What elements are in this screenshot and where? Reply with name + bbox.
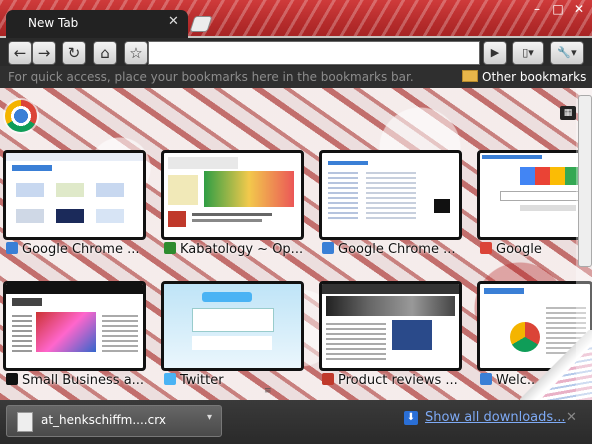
chrome-logo-icon	[5, 100, 37, 132]
tab-title: New Tab	[28, 16, 79, 30]
omnibox-input[interactable]	[148, 41, 480, 65]
download-filename: at_henkschiffm....crx	[41, 413, 166, 427]
favicon-icon	[480, 373, 492, 385]
toolbar: ← → ↻ ⌂ ☆ ▶ ▯▾ 🔧▾	[0, 38, 592, 66]
file-icon	[17, 412, 33, 432]
most-visited-thumbnail[interactable]	[477, 150, 592, 240]
thumbnail-label[interactable]: Twitter	[164, 373, 314, 389]
window-close-button[interactable]: ✕	[572, 2, 586, 16]
most-visited-thumbnail[interactable]	[3, 281, 146, 371]
most-visited-thumbnail[interactable]	[319, 150, 462, 240]
favicon-icon	[6, 373, 18, 385]
home-button[interactable]: ⌂	[93, 41, 117, 65]
close-downloads-shelf-button[interactable]: ✕	[566, 410, 577, 425]
download-menu-chevron-icon[interactable]: ▾	[207, 412, 212, 423]
most-visited-thumbnail[interactable]	[161, 281, 304, 371]
thumbnail-label[interactable]: Kabatology ~ Op...	[164, 242, 314, 258]
thumbnail-label[interactable]: Google Chrome ...	[6, 242, 156, 258]
go-button[interactable]: ▶	[483, 41, 507, 65]
back-button[interactable]: ←	[8, 41, 32, 65]
folder-icon	[462, 70, 478, 82]
other-bookmarks-label: Other bookmarks	[482, 70, 587, 84]
download-item[interactable]: at_henkschiffm....crx ▾	[6, 405, 222, 437]
page-menu-button[interactable]: ▯▾	[512, 41, 544, 65]
resize-grip-icon[interactable]: ≡	[264, 386, 274, 396]
other-bookmarks-button[interactable]: Other bookmarks	[462, 68, 586, 86]
bookmarks-bar: For quick access, place your bookmarks h…	[0, 66, 592, 88]
scrollbar-thumb[interactable]	[578, 95, 592, 267]
tab-new-tab[interactable]: New Tab ✕	[6, 10, 188, 38]
minimize-button[interactable]: –	[530, 2, 544, 16]
favicon-icon	[164, 373, 176, 385]
favicon-icon	[322, 373, 334, 385]
most-visited-thumbnail[interactable]	[319, 281, 462, 371]
maximize-button[interactable]: □	[551, 2, 565, 16]
thumbnail-label[interactable]: Product reviews ...	[322, 373, 472, 389]
tab-close-icon[interactable]: ✕	[168, 14, 179, 29]
download-arrow-icon: ⬇	[404, 411, 418, 425]
most-visited-thumbnail[interactable]	[3, 150, 146, 240]
forward-button[interactable]: →	[32, 41, 56, 65]
downloads-shelf: at_henkschiffm....crx ▾ ⬇ Show all downl…	[0, 400, 592, 444]
favicon-icon	[480, 242, 492, 254]
show-all-downloads-link[interactable]: Show all downloads...	[425, 410, 566, 425]
thumbnail-view-toggle[interactable]: ▦	[560, 106, 576, 120]
favicon-icon	[6, 242, 18, 254]
thumbnail-label[interactable]: Small Business a...	[6, 373, 156, 389]
most-visited-thumbnail[interactable]	[161, 150, 304, 240]
thumbnail-label[interactable]: Google	[480, 242, 576, 258]
bookmark-star-button[interactable]: ☆	[124, 41, 148, 65]
reload-button[interactable]: ↻	[62, 41, 86, 65]
bookmarks-bar-hint: For quick access, place your bookmarks h…	[8, 70, 414, 84]
favicon-icon	[164, 242, 176, 254]
wrench-menu-button[interactable]: 🔧▾	[550, 41, 584, 65]
thumbnail-label[interactable]: Google Chrome ...	[322, 242, 472, 258]
favicon-icon	[322, 242, 334, 254]
